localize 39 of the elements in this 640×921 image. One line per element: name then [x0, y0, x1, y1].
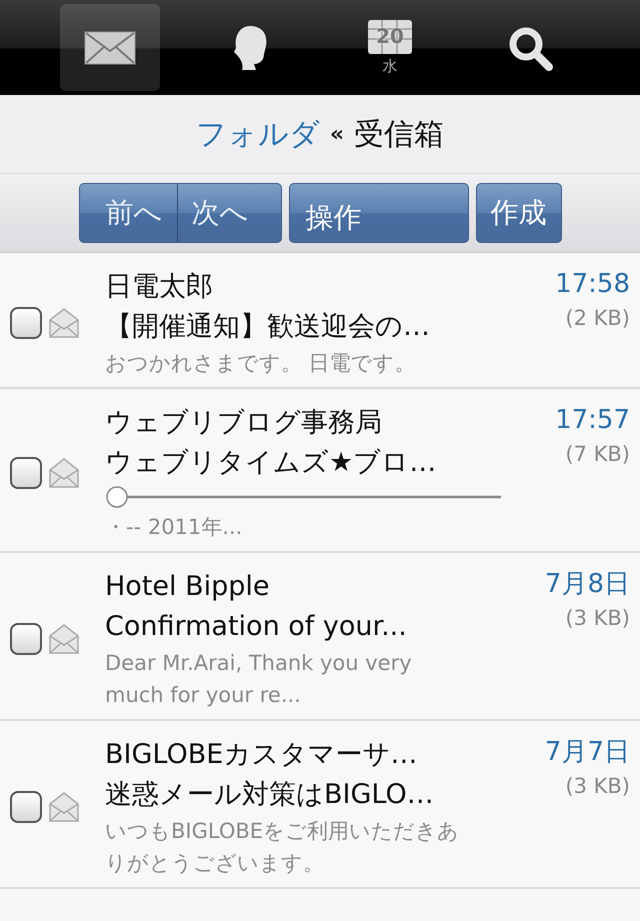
checkbox[interactable] — [10, 457, 42, 489]
search-icon — [507, 24, 553, 70]
open-envelope-icon — [48, 457, 80, 489]
open-envelope-icon — [48, 307, 80, 339]
open-envelope-icon — [48, 791, 80, 823]
received-time: 7月8日 — [544, 568, 630, 601]
checkbox[interactable] — [10, 307, 42, 339]
message-size: (2 KB) — [565, 305, 630, 332]
nav-button[interactable]: 前へ — [78, 183, 178, 243]
envelope-icon — [84, 30, 136, 64]
received-time: 17:58 — [555, 268, 630, 301]
received-time: 7月7日 — [544, 736, 630, 769]
message-size: (3 KB) — [565, 605, 630, 632]
message-preview: ・-- 2011年... — [105, 514, 244, 541]
weekday-label: 水 — [382, 57, 398, 76]
sender-name: ウェブリブログ事務局 — [105, 406, 383, 440]
sender-name: 日電太郎 — [105, 270, 214, 304]
sender-name: Hotel Bipple — [105, 570, 271, 604]
folder-link[interactable]: フォルダ — [196, 114, 320, 154]
open-envelope-icon — [48, 623, 80, 655]
subject-line: 迷惑メール対策はBIGLO… — [105, 778, 435, 812]
action-menu-button[interactable]: 操作 — [288, 183, 468, 243]
message-size: (7 KB) — [565, 441, 630, 468]
checkbox[interactable] — [10, 623, 42, 655]
subject-line: ウェブリタイムズ★ブロ… — [105, 446, 438, 480]
subject-line: Confirmation of your... — [105, 610, 408, 644]
checkbox[interactable] — [10, 791, 42, 823]
mail-tab[interactable] — [60, 4, 160, 91]
message-preview: いつもBIGLOBEをご利用いただきありがとうございます。 — [105, 818, 460, 877]
received-time: 17:57 — [555, 404, 630, 437]
compose-button[interactable]: 作成 — [476, 183, 562, 243]
message-size: (3 KB) — [565, 773, 630, 800]
sender-name: BIGLOBEカスタマーサ… — [105, 738, 418, 772]
breadcrumb-separator: « — [330, 122, 344, 146]
subject-line: 【開催通知】歓送迎会の… — [105, 310, 431, 344]
nav-button[interactable]: 次へ — [178, 183, 282, 243]
message-preview: おつかれさまです。 日電です。 — [105, 350, 417, 377]
folder-title: 受信箱 — [354, 116, 444, 154]
message-preview: Dear Mr.Arai, Thank you very much for your re... — [105, 650, 413, 709]
